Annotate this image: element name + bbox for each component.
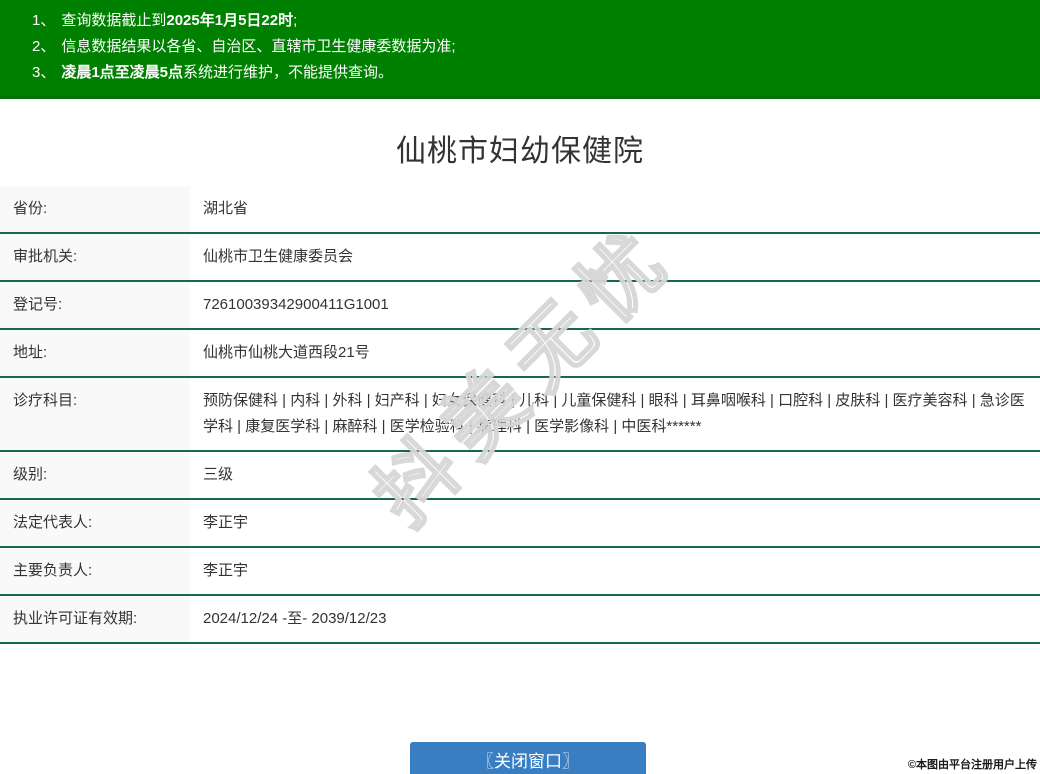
- row-value: 仙桃市仙桃大道西段21号: [190, 330, 1040, 376]
- row-value: 72610039342900411G1001: [190, 282, 1040, 328]
- table-row-legal-representative: 法定代表人: 李正宇: [0, 500, 1040, 548]
- row-value: 李正宇: [190, 500, 1040, 546]
- close-window-button[interactable]: 〖关闭窗口〗: [410, 742, 646, 774]
- table-row-departments: 诊疗科目: 预防保健科 | 内科 | 外科 | 妇产科 | 妇女保健科 | 儿科…: [0, 378, 1040, 452]
- table-row-level: 级别: 三级: [0, 452, 1040, 500]
- notice-banner: 1、查询数据截止到2025年1月5日22时; 2、信息数据结果以各省、自治区、直…: [0, 0, 1040, 99]
- row-label: 级别:: [0, 452, 190, 498]
- notice-line-2-number: 2、: [32, 38, 55, 55]
- notice-line-2-text: 信息数据结果以各省、自治区、直辖市卫生健康委数据为准;: [61, 38, 455, 55]
- copyright-note: ©本图由平台注册用户上传: [908, 756, 1037, 772]
- row-value: 预防保健科 | 内科 | 外科 | 妇产科 | 妇女保健科 | 儿科 | 儿童保…: [190, 378, 1040, 450]
- notice-line-3-number: 3、: [32, 64, 55, 81]
- notice-line-2: 2、信息数据结果以各省、自治区、直辖市卫生健康委数据为准;: [32, 34, 1030, 60]
- notice-line-3-bold: 凌晨1点至凌晨5点: [61, 64, 183, 81]
- notice-line-1-suffix: ;: [293, 12, 297, 29]
- row-label: 审批机关:: [0, 234, 190, 280]
- row-value: 三级: [190, 452, 1040, 498]
- table-row-license-validity: 执业许可证有效期: 2024/12/24 -至- 2039/12/23: [0, 596, 1040, 644]
- row-label: 主要负责人:: [0, 548, 190, 594]
- notice-line-1-bold: 2025年1月5日22时: [166, 12, 293, 29]
- row-label: 执业许可证有效期:: [0, 596, 190, 642]
- info-table: 省份: 湖北省 审批机关: 仙桃市卫生健康委员会 登记号: 7261003934…: [0, 186, 1040, 644]
- row-value: 湖北省: [190, 186, 1040, 232]
- row-label: 诊疗科目:: [0, 378, 190, 450]
- row-value: 仙桃市卫生健康委员会: [190, 234, 1040, 280]
- query-result-page: 1、查询数据截止到2025年1月5日22时; 2、信息数据结果以各省、自治区、直…: [0, 0, 1040, 774]
- notice-line-3: 3、凌晨1点至凌晨5点系统进行维护，不能提供查询。: [32, 60, 1030, 86]
- row-label: 登记号:: [0, 282, 190, 328]
- notice-line-1: 1、查询数据截止到2025年1月5日22时;: [32, 8, 1030, 34]
- notice-line-1-text: 查询数据截止到: [61, 12, 166, 29]
- notice-line-3-suffix: 系统进行维护，不能提供查询。: [183, 64, 393, 81]
- row-label: 省份:: [0, 186, 190, 232]
- table-row-address: 地址: 仙桃市仙桃大道西段21号: [0, 330, 1040, 378]
- row-label: 法定代表人:: [0, 500, 190, 546]
- table-row-approval-authority: 审批机关: 仙桃市卫生健康委员会: [0, 234, 1040, 282]
- page-title: 仙桃市妇幼保健院: [0, 131, 1040, 173]
- table-row-main-person-in-charge: 主要负责人: 李正宇: [0, 548, 1040, 596]
- notice-line-1-number: 1、: [32, 12, 55, 29]
- row-value: 2024/12/24 -至- 2039/12/23: [190, 596, 1040, 642]
- row-label: 地址:: [0, 330, 190, 376]
- table-row-province: 省份: 湖北省: [0, 186, 1040, 234]
- table-row-registration-number: 登记号: 72610039342900411G1001: [0, 282, 1040, 330]
- row-value: 李正宇: [190, 548, 1040, 594]
